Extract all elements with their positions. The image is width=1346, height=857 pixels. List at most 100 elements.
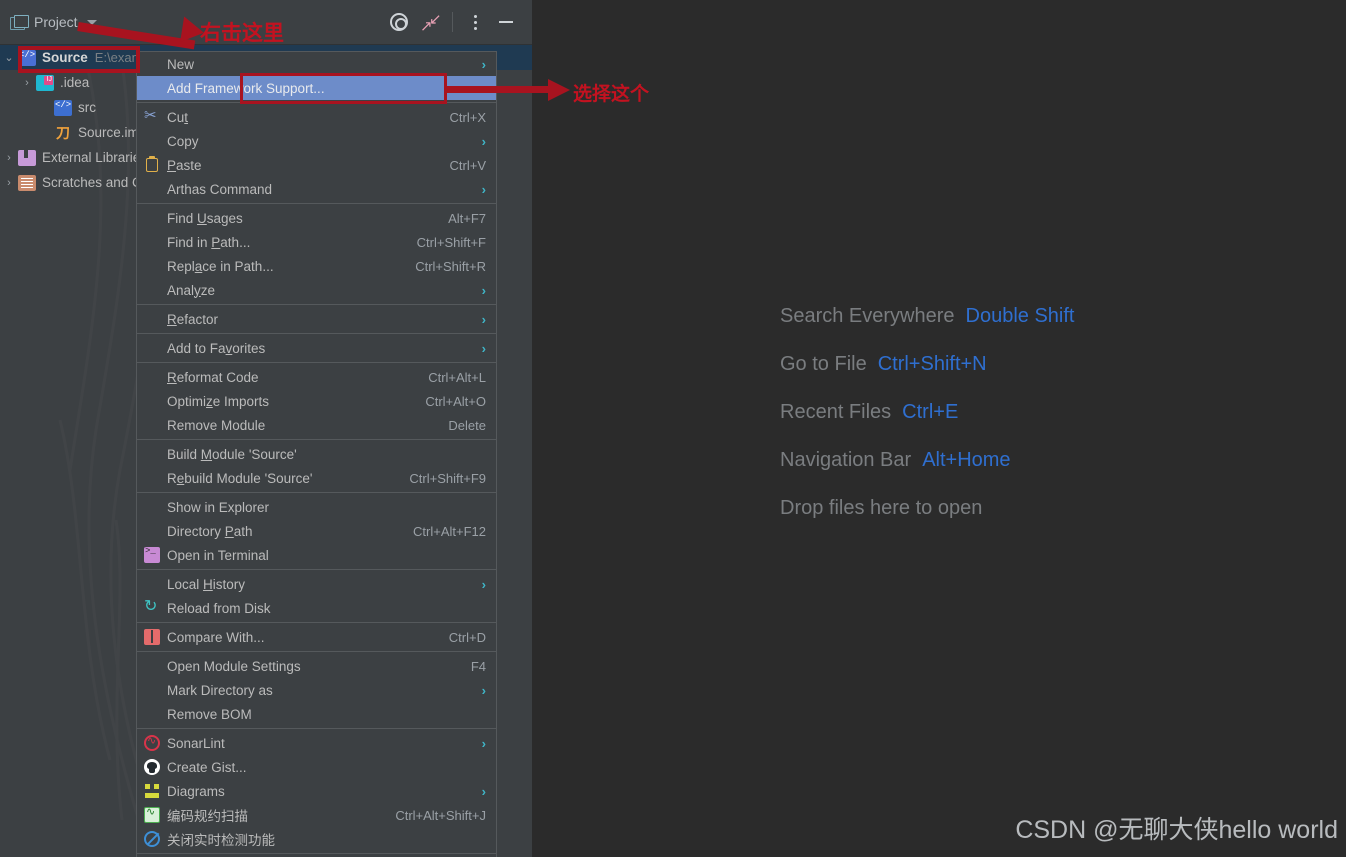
menu-separator [137,728,496,729]
menu-item-sonarlint[interactable]: SonarLint › [137,731,496,755]
hint-shortcut: Ctrl+E [902,401,959,423]
menu-item-compare-with[interactable]: Compare With... Ctrl+D [137,625,496,649]
hide-tool-window-button[interactable] [492,8,520,36]
menu-item-rebuild-module[interactable]: Rebuild Module 'Source' Ctrl+Shift+F9 [137,466,496,490]
menu-item-shortcut: Ctrl+Shift+F [416,234,486,250]
diagrams-icon [144,783,160,799]
menu-item-icon [137,543,167,567]
annotation-right-click-here: 右击这里 [200,22,284,45]
paste-icon [146,156,158,172]
menu-item-remove-bom[interactable]: Remove BOM [137,702,496,726]
menu-separator [137,304,496,305]
collapse-all-icon: ↙ ↗ [420,11,442,35]
disable-icon [144,831,160,847]
menu-item-diagrams[interactable]: Diagrams › [137,779,496,803]
menu-item-icon [137,466,167,490]
menu-item-optimize-imports[interactable]: Optimize Imports Ctrl+Alt+O [137,389,496,413]
menu-item-icon [137,755,167,779]
menu-item-code-scan[interactable]: 编码规约扫描 Ctrl+Alt+Shift+J [137,803,496,827]
menu-item-icon [137,519,167,543]
terminal-icon [144,546,160,563]
menu-item-find-in-path[interactable]: Find in Path... Ctrl+Shift+F [137,230,496,254]
menu-item-icon [137,625,167,649]
annotation-arrow-2-shaft [445,86,555,93]
menu-item-reformat-code[interactable]: Reformat Code Ctrl+Alt+L [137,365,496,389]
menu-item-label: Compare With... [167,629,265,645]
collapse-all-button[interactable]: ↙ ↗ [416,8,444,36]
expand-arrow-icon[interactable]: ⌄ [0,51,18,64]
menu-item-analyze[interactable]: Analyze › [137,278,496,302]
menu-separator [137,853,496,854]
menu-separator [137,203,496,204]
menu-item-icon [137,413,167,437]
context-menu: New › Add Framework Support... Cut Ctrl+… [136,51,497,857]
menu-item-icon [137,52,167,76]
hint-row: Go to File Ctrl+Shift+N [780,353,1075,376]
source-folder-icon [54,99,72,116]
menu-item-shortcut: Delete [448,417,486,433]
menu-item-label: Replace in Path... [167,258,274,274]
menu-item-icon [137,230,167,254]
chevron-right-icon: › [481,783,486,799]
menu-item-mark-directory-as[interactable]: Mark Directory as › [137,678,496,702]
menu-item-label: Add to Favorites [167,340,266,356]
menu-item-open-in-terminal[interactable]: Open in Terminal [137,543,496,567]
menu-item-refactor[interactable]: Refactor › [137,307,496,331]
hint-row: Recent Files Ctrl+E [780,401,1075,424]
menu-item-label: Local History [167,576,246,592]
menu-item-shortcut: Ctrl+Shift+F9 [409,470,486,486]
menu-item-icon [137,803,167,827]
menu-item-label: Find Usages [167,210,243,226]
menu-item-icon [137,307,167,331]
menu-item-reload-from-disk[interactable]: Reload from Disk [137,596,496,620]
menu-item-icon [137,779,167,803]
chevron-right-icon: › [481,735,486,751]
expand-arrow-icon[interactable]: › [0,177,18,189]
menu-item-build-module[interactable]: Build Module 'Source' [137,442,496,466]
menu-item-label: Create Gist... [167,759,247,775]
menu-item-shortcut: Ctrl+Shift+R [415,258,486,274]
menu-item-shortcut: Alt+F7 [448,210,486,226]
menu-item-directory-path[interactable]: Directory Path Ctrl+Alt+F12 [137,519,496,543]
menu-item-replace-in-path[interactable]: Replace in Path... Ctrl+Shift+R [137,254,496,278]
expand-arrow-icon[interactable]: › [18,77,36,89]
menu-separator [137,569,496,570]
menu-item-disable-realtime-check[interactable]: 关闭实时检测功能 [137,827,496,851]
locate-in-tree-button[interactable] [385,8,413,36]
menu-item-open-module-settings[interactable]: Open Module Settings F4 [137,654,496,678]
menu-separator [137,492,496,493]
menu-item-icon [137,177,167,201]
menu-item-show-in-explorer[interactable]: Show in Explorer [137,495,496,519]
menu-item-label: Remove Module [167,417,266,433]
menu-item-label: Cut [167,109,189,125]
menu-item-find-usages[interactable]: Find Usages Alt+F7 [137,206,496,230]
hint-label: Drop files here to open [780,497,983,519]
annotation-box-source [18,46,140,73]
menu-item-arthas-command[interactable]: Arthas Command › [137,177,496,201]
hint-label: Recent Files [780,401,892,423]
hint-label: Search Everywhere [780,305,955,327]
menu-item-create-gist[interactable]: Create Gist... [137,755,496,779]
menu-item-add-to-favorites[interactable]: Add to Favorites › [137,336,496,360]
menu-item-local-history[interactable]: Local History › [137,572,496,596]
chevron-right-icon: › [481,282,486,298]
cut-icon [144,106,160,125]
menu-item-label: Analyze [167,282,216,298]
menu-item-copy[interactable]: Copy › [137,129,496,153]
expand-arrow-icon[interactable]: › [0,152,18,164]
menu-item-remove-module[interactable]: Remove Module Delete [137,413,496,437]
menu-item-paste[interactable]: Paste Ctrl+V [137,153,496,177]
menu-item-cut[interactable]: Cut Ctrl+X [137,105,496,129]
menu-item-label: Arthas Command [167,181,273,197]
menu-item-label: Reload from Disk [167,600,271,616]
menu-item-label: 编码规约扫描 [167,809,248,824]
menu-item-icon [137,572,167,596]
toolbar-divider [452,12,453,32]
menu-separator [137,651,496,652]
menu-item-label: Mark Directory as [167,682,273,698]
chevron-right-icon: › [481,682,486,698]
chevron-right-icon: › [481,133,486,149]
options-menu-button[interactable] [461,8,489,36]
github-icon [144,759,160,775]
menu-item-icon [137,495,167,519]
